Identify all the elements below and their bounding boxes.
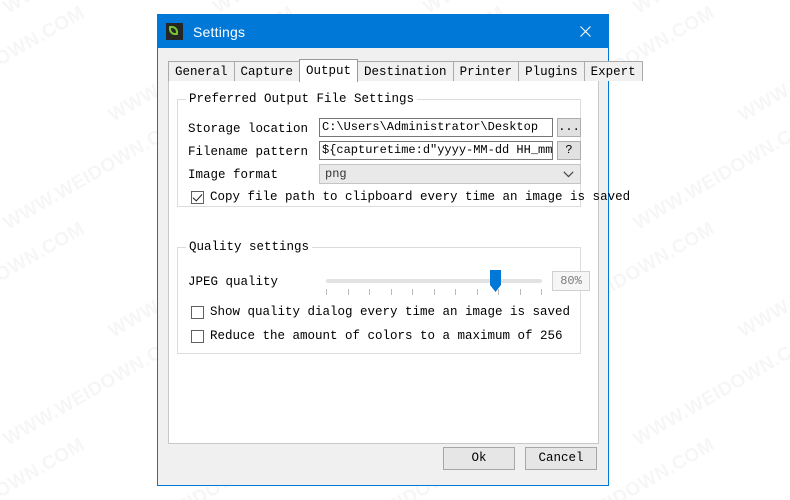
- reduce-colors-checkbox[interactable]: [191, 329, 204, 343]
- show-quality-dialog-checkbox-row[interactable]: Show quality dialog every time an image …: [191, 305, 570, 319]
- output-tab-panel: Preferred Output File Settings Storage l…: [168, 80, 630, 444]
- slider-track[interactable]: [326, 279, 542, 283]
- tab-capture[interactable]: Capture: [233, 61, 301, 81]
- title-bar: Settings: [158, 15, 608, 48]
- settings-dialog: Settings General Capture Output Destinat…: [157, 14, 643, 486]
- storage-location-label: Storage location: [188, 122, 309, 136]
- filename-pattern-input[interactable]: ${capturetime:d"yyyy-MM-dd HH_mm_ss"}-: [319, 141, 553, 160]
- window-title: Settings: [193, 23, 246, 40]
- watermark-text: WWW.WEIDOWN.COM: [630, 0, 790, 19]
- watermark-text: WWW.WEIDOWN.COM: [735, 434, 790, 500]
- greenshot-icon: [166, 23, 183, 40]
- tab-output[interactable]: Output: [299, 59, 359, 82]
- quality-settings-group: Quality settings JPEG quality 80% Show q…: [177, 240, 590, 354]
- image-format-value: png: [325, 167, 347, 181]
- slider-tickmarks: [326, 289, 542, 296]
- reduce-colors-label: Reduce the amount of colors to a maximum…: [210, 329, 563, 343]
- slider-tick: [520, 289, 521, 295]
- image-format-label: Image format: [188, 168, 279, 182]
- slider-tick: [498, 289, 499, 295]
- jpeg-quality-value: 80%: [552, 271, 590, 291]
- watermark-text: WWW.WEIDOWN.COM: [735, 2, 790, 127]
- copy-file-path-label: Copy file path to clipboard every time a…: [210, 190, 631, 204]
- close-icon[interactable]: [563, 15, 608, 48]
- image-format-select[interactable]: png: [319, 164, 581, 184]
- tab-strip: General Capture Output Destination Print…: [168, 59, 643, 82]
- slider-tick: [541, 289, 542, 295]
- slider-tick: [412, 289, 413, 295]
- slider-tick: [391, 289, 392, 295]
- jpeg-quality-label: JPEG quality: [188, 275, 279, 289]
- tab-general[interactable]: General: [168, 61, 235, 81]
- copy-file-path-checkbox[interactable]: [191, 190, 204, 204]
- filename-pattern-label: Filename pattern: [188, 145, 309, 159]
- copy-file-path-checkbox-row[interactable]: Copy file path to clipboard every time a…: [191, 190, 630, 204]
- watermark-text: WWW.WEIDOWN.COM: [630, 326, 790, 451]
- chevron-down-icon: [563, 165, 574, 183]
- tab-area: General Capture Output Destination Print…: [168, 59, 643, 444]
- slider-tick: [348, 289, 349, 295]
- jpeg-quality-slider[interactable]: [326, 270, 542, 300]
- slider-tick: [477, 289, 478, 295]
- tab-expert[interactable]: Expert: [583, 61, 643, 81]
- preferred-output-file-settings-group: Preferred Output File Settings Storage l…: [177, 92, 630, 207]
- slider-tick: [369, 289, 370, 295]
- browse-storage-button[interactable]: ...: [557, 118, 581, 137]
- filename-pattern-help-button[interactable]: ?: [557, 141, 581, 160]
- tab-plugins[interactable]: Plugins: [518, 61, 585, 81]
- watermark-text: WWW.WEIDOWN.COM: [0, 2, 89, 127]
- show-quality-dialog-checkbox[interactable]: [191, 305, 204, 319]
- tab-printer[interactable]: Printer: [452, 61, 520, 81]
- watermark-text: WWW.WEIDOWN.COM: [735, 218, 790, 343]
- slider-tick: [455, 289, 456, 295]
- group-title-quality: Quality settings: [186, 240, 313, 254]
- show-quality-dialog-label: Show quality dialog every time an image …: [210, 305, 571, 319]
- cancel-button[interactable]: Cancel: [525, 447, 597, 470]
- watermark-text: WWW.WEIDOWN.COM: [0, 434, 89, 500]
- slider-tick: [326, 289, 327, 295]
- slider-tick: [434, 289, 435, 295]
- storage-location-input[interactable]: C:\Users\Administrator\Desktop: [319, 118, 553, 137]
- reduce-colors-checkbox-row[interactable]: Reduce the amount of colors to a maximum…: [191, 329, 563, 343]
- tab-destination[interactable]: Destination: [357, 61, 454, 81]
- ok-button[interactable]: Ok: [443, 447, 515, 470]
- watermark-text: WWW.WEIDOWN.COM: [0, 218, 89, 343]
- watermark-text: WWW.WEIDOWN.COM: [630, 110, 790, 235]
- group-title-output: Preferred Output File Settings: [186, 92, 418, 106]
